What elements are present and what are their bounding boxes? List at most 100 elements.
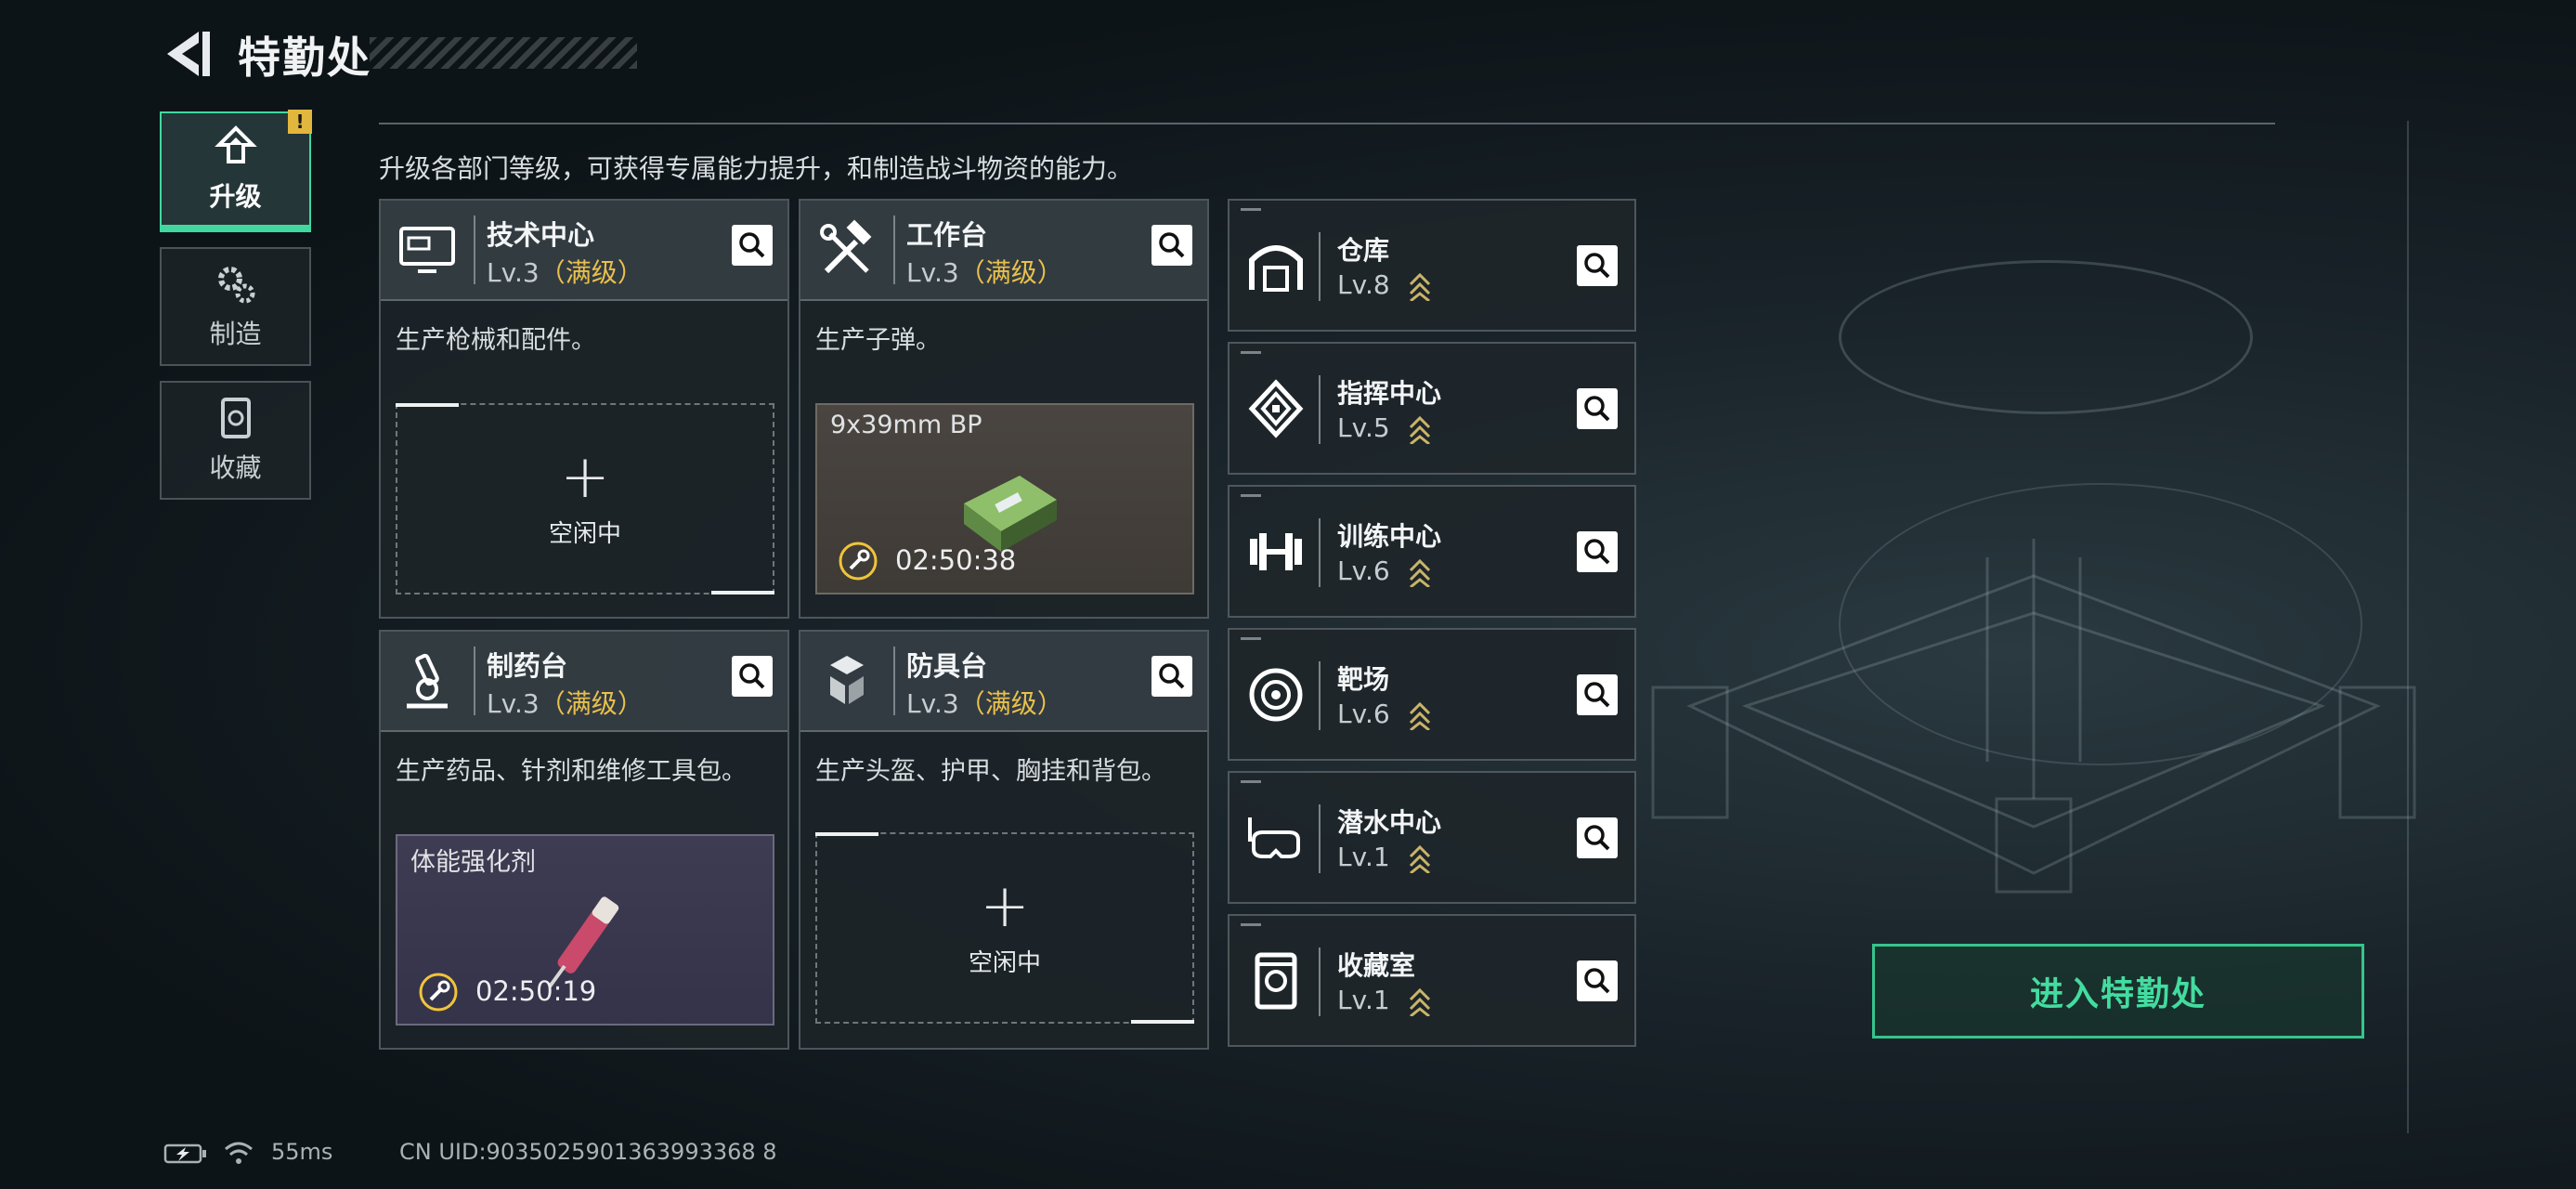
nav-collection[interactable]: 收藏 bbox=[160, 381, 311, 500]
row-tab-mark bbox=[1241, 780, 1261, 783]
upgradeable-chevron-icon bbox=[1409, 987, 1431, 1016]
card-name: 技术中心 bbox=[487, 219, 595, 251]
search-icon[interactable] bbox=[1577, 817, 1618, 858]
max-level-tag: （满级） bbox=[539, 688, 644, 719]
slot-corner bbox=[396, 403, 459, 407]
nav-upgrade-label: 升级 bbox=[209, 181, 262, 212]
production-slot-active[interactable]: 体能强化剂 02:50:19 bbox=[396, 834, 774, 1026]
facility-card-pharmacy[interactable]: 制药台 Lv.3（满级） 生产药品、针剂和维修工具包。 体能强化剂 02:50:… bbox=[379, 630, 789, 1050]
wifi-icon bbox=[225, 1142, 253, 1164]
nav-craft[interactable]: 制造 bbox=[160, 247, 311, 366]
facility-row-diving-center[interactable]: 潜水中心 Lv.1 bbox=[1228, 771, 1636, 904]
facility-row-shooting-range[interactable]: 靶场 Lv.6 bbox=[1228, 628, 1636, 761]
row-name: 靶场 bbox=[1337, 664, 1390, 695]
user-uid: CN UID:9035025901363993368 8 bbox=[399, 1139, 777, 1165]
top-divider bbox=[379, 123, 2275, 124]
wrench-timer-icon bbox=[839, 542, 878, 581]
back-arrow-icon[interactable] bbox=[160, 26, 215, 82]
upgrade-icon bbox=[214, 125, 257, 163]
facility-row-training-center[interactable]: 训练中心 Lv.6 bbox=[1228, 485, 1636, 618]
card-header: 制药台 Lv.3（满级） bbox=[381, 632, 787, 732]
row-tab-mark bbox=[1241, 494, 1261, 497]
row-name: 指挥中心 bbox=[1337, 378, 1442, 409]
row-tab-mark bbox=[1241, 637, 1261, 640]
max-level-tag: （满级） bbox=[958, 688, 1063, 719]
facility-card-tech-center[interactable]: 技术中心 Lv.3（满级） 生产枪械和配件。 + 空闲中 bbox=[379, 199, 789, 619]
row-name: 收藏室 bbox=[1337, 950, 1416, 981]
card-divider bbox=[474, 647, 475, 715]
production-timer: 02:50:19 bbox=[475, 975, 597, 1007]
produced-item-name: 体能强化剂 bbox=[410, 848, 536, 877]
alert-badge: ! bbox=[288, 110, 312, 134]
row-level: Lv.1 bbox=[1337, 842, 1390, 872]
card-header: 防具台 Lv.3（满级） bbox=[800, 632, 1207, 732]
card-description: 生产子弹。 bbox=[815, 326, 941, 355]
upgradeable-chevron-icon bbox=[1409, 272, 1431, 301]
enter-special-ops-button[interactable]: 进入特勤处 bbox=[1872, 944, 2364, 1039]
gears-icon bbox=[217, 267, 254, 304]
search-icon[interactable] bbox=[732, 225, 773, 266]
card-level: Lv.3（满级） bbox=[487, 684, 644, 721]
facility-row-warehouse[interactable]: 仓库 Lv.8 bbox=[1228, 199, 1636, 332]
row-name: 仓库 bbox=[1337, 235, 1390, 266]
level-value: Lv.3 bbox=[906, 688, 959, 719]
produced-item-name: 9x39mm BP bbox=[830, 411, 982, 439]
diving-mask-icon bbox=[1248, 817, 1300, 858]
upgradeable-chevron-icon bbox=[1409, 558, 1431, 587]
row-level: Lv.8 bbox=[1337, 269, 1390, 300]
slot-corner bbox=[815, 832, 878, 836]
slot-corner bbox=[1131, 1020, 1194, 1024]
search-icon[interactable] bbox=[1577, 388, 1618, 429]
slot-status: 空闲中 bbox=[968, 948, 1041, 977]
plus-icon: + bbox=[980, 871, 1030, 941]
row-tab-mark bbox=[1241, 923, 1261, 926]
card-level: Lv.3（满级） bbox=[906, 253, 1063, 290]
collection-icon bbox=[1255, 952, 1297, 1010]
command-icon bbox=[1248, 379, 1304, 438]
warehouse-icon bbox=[1249, 245, 1303, 292]
level-value: Lv.3 bbox=[487, 688, 540, 719]
card-divider bbox=[474, 216, 475, 284]
nav-craft-label: 制造 bbox=[209, 319, 262, 349]
plus-icon: + bbox=[560, 442, 610, 512]
production-slot-idle[interactable]: + 空闲中 bbox=[396, 403, 774, 594]
row-level: Lv.6 bbox=[1337, 699, 1390, 729]
facility-row-command-center[interactable]: 指挥中心 Lv.5 bbox=[1228, 342, 1636, 475]
card-header: 工作台 Lv.3（满级） bbox=[800, 201, 1207, 301]
battery-charging-icon bbox=[163, 1143, 206, 1164]
search-icon[interactable] bbox=[1151, 225, 1192, 266]
slot-corner bbox=[711, 591, 774, 594]
collection-icon bbox=[220, 398, 251, 438]
card-header: 技术中心 Lv.3（满级） bbox=[381, 201, 787, 301]
row-name: 潜水中心 bbox=[1337, 807, 1442, 838]
search-icon[interactable] bbox=[1577, 531, 1618, 572]
max-level-tag: （满级） bbox=[539, 257, 644, 288]
section-description: 升级各部门等级，可获得专属能力提升，和制造战斗物资的能力。 bbox=[379, 153, 1134, 184]
monitor-icon bbox=[399, 227, 455, 273]
level-value: Lv.3 bbox=[487, 257, 540, 288]
search-icon[interactable] bbox=[1577, 960, 1618, 1001]
nav-collection-label: 收藏 bbox=[209, 452, 262, 483]
search-icon[interactable] bbox=[1577, 674, 1618, 715]
dumbbell-icon bbox=[1250, 533, 1302, 570]
card-description: 生产枪械和配件。 bbox=[396, 326, 596, 355]
search-icon[interactable] bbox=[1151, 656, 1192, 697]
title-decoration bbox=[370, 37, 637, 69]
search-icon[interactable] bbox=[1577, 245, 1618, 286]
row-name: 训练中心 bbox=[1337, 521, 1442, 552]
search-icon[interactable] bbox=[732, 656, 773, 697]
card-name: 制药台 bbox=[487, 650, 568, 682]
facility-card-armor-bench[interactable]: 防具台 Lv.3（满级） 生产头盔、护甲、胸挂和背包。 + 空闲中 bbox=[799, 630, 1209, 1050]
row-divider bbox=[1319, 518, 1321, 587]
card-divider bbox=[893, 647, 895, 715]
row-tab-mark bbox=[1241, 351, 1261, 354]
ping-readout: 55ms bbox=[271, 1139, 333, 1165]
armor-icon bbox=[830, 656, 864, 704]
row-divider bbox=[1319, 947, 1321, 1016]
facility-card-workbench[interactable]: 工作台 Lv.3（满级） 生产子弹。 9x39mm BP 02:50:38 bbox=[799, 199, 1209, 619]
production-slot-active[interactable]: 9x39mm BP 02:50:38 bbox=[815, 403, 1194, 594]
card-name: 防具台 bbox=[906, 650, 988, 682]
card-level: Lv.3（满级） bbox=[906, 684, 1063, 721]
production-slot-idle[interactable]: + 空闲中 bbox=[815, 832, 1194, 1024]
facility-row-collection-room[interactable]: 收藏室 Lv.1 bbox=[1228, 914, 1636, 1047]
